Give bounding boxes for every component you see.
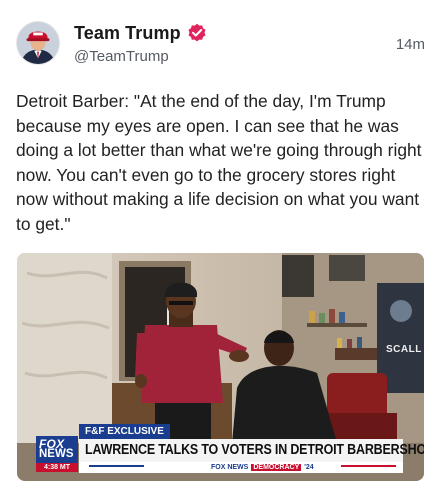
- video-thumbnail[interactable]: SCALL F&F EXCLUSIVE LAWRENCE TALKS TO VO…: [17, 253, 424, 481]
- chyron-bottom-strip: FOX NEWS DEMOCRACY '24: [79, 462, 403, 473]
- strip-line-left: [89, 465, 144, 467]
- logo-bottom: NEWS: [39, 448, 74, 460]
- fox-news-logo: FOX NEWS 4:38 MT: [36, 436, 78, 472]
- verified-badge-icon: [187, 23, 207, 43]
- post-header: Team Trump @TeamTrump 14m: [16, 19, 425, 71]
- chyron-brand: FOX NEWS DEMOCRACY '24: [211, 462, 314, 473]
- avatar-image: [17, 22, 59, 64]
- chyron-headline: LAWRENCE TALKS TO VOTERS IN DETROIT BARB…: [85, 442, 424, 458]
- strip-line-right: [341, 465, 396, 467]
- name-row: Team Trump: [74, 21, 207, 45]
- timestamp[interactable]: 14m: [396, 36, 425, 53]
- post-text: Detroit Barber: "At the end of the day, …: [16, 91, 422, 234]
- wall-sign: SCALL: [386, 344, 422, 355]
- chyron-year: '24: [304, 464, 314, 471]
- logo-time: 4:38 MT: [36, 463, 78, 472]
- chyron-tag: F&F EXCLUSIVE: [79, 424, 170, 439]
- chyron-brand-name: FOX NEWS: [211, 464, 249, 471]
- chyron-segment: DEMOCRACY: [251, 464, 302, 471]
- avatar[interactable]: [16, 21, 60, 65]
- display-name[interactable]: Team Trump: [74, 23, 181, 44]
- handle[interactable]: @TeamTrump: [74, 48, 169, 65]
- post-card[interactable]: Team Trump @TeamTrump 14m Detroit Barber…: [0, 0, 441, 500]
